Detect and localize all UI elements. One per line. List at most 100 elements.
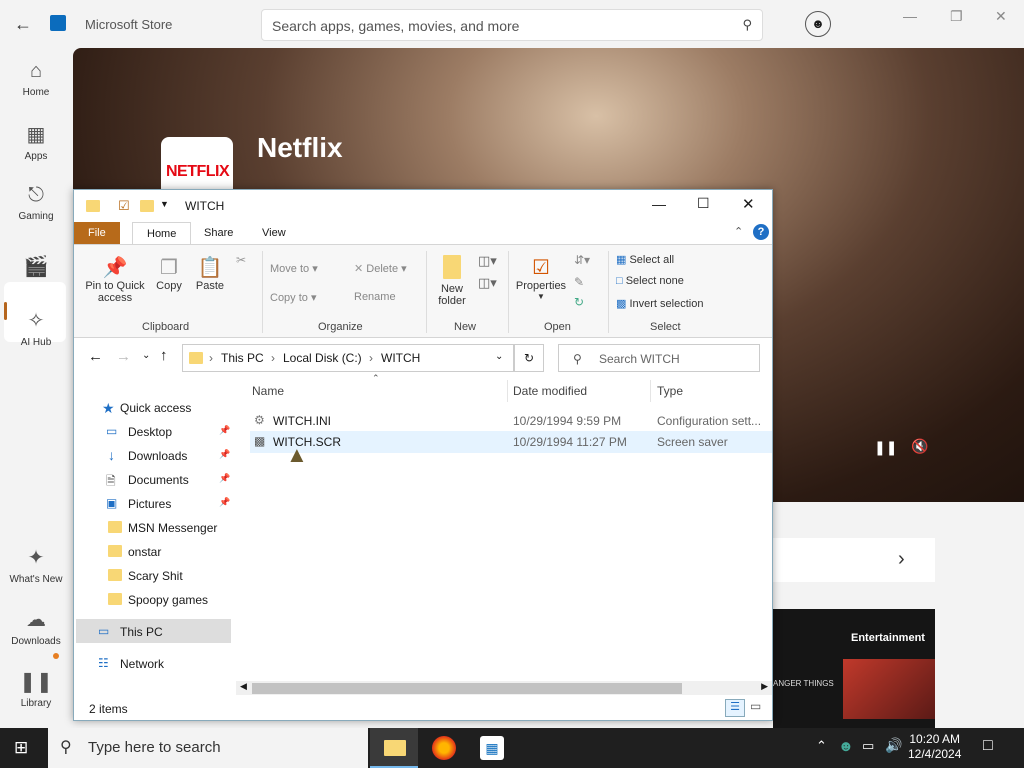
file-name[interactable]: WITCH.INI xyxy=(273,414,331,428)
tab-file[interactable]: File xyxy=(74,222,120,244)
copy-to-button[interactable]: Copy to ▾ xyxy=(270,291,317,304)
ms-store-icon[interactable]: ▦ xyxy=(480,736,504,760)
nav-pictures[interactable]: Pictures xyxy=(128,497,171,511)
address-bar[interactable]: › This PC › Local Disk (C:) › WITCH ⌄ xyxy=(182,344,514,372)
recent-locations-icon[interactable]: ⌄ xyxy=(142,350,150,361)
entertainment-card[interactable]: Entertainment ANGER THINGS xyxy=(773,609,935,729)
new-folder-button[interactable]: New folder xyxy=(432,255,472,307)
pin-icon[interactable]: 📌 xyxy=(219,425,230,436)
nav-quick-access[interactable]: Quick access xyxy=(120,401,191,415)
pin-icon[interactable]: 📌 xyxy=(219,473,230,484)
select-none-button[interactable]: □ Select none xyxy=(616,275,684,287)
back-icon[interactable]: ← xyxy=(88,348,103,365)
forward-icon[interactable]: → xyxy=(116,348,131,365)
nav-home[interactable]: ⌂ Home xyxy=(0,60,72,98)
notification-center-icon[interactable]: □ xyxy=(983,737,993,755)
firefox-icon[interactable] xyxy=(432,736,456,760)
invert-selection-button[interactable]: ▩ Invert selection xyxy=(616,297,703,310)
scroll-left-icon[interactable]: ◀ xyxy=(240,681,247,692)
move-to-button[interactable]: Move to ▾ xyxy=(270,262,318,275)
pause-icon[interactable]: ❚❚ xyxy=(874,439,897,456)
breadcrumb-local-disk[interactable]: Local Disk (C:) xyxy=(283,351,362,365)
nav-network[interactable]: Network xyxy=(120,657,164,671)
cut-icon[interactable]: ✂ xyxy=(236,253,246,267)
select-all-button[interactable]: ▦ Select all xyxy=(616,253,674,266)
nav-movies[interactable]: 🎬 xyxy=(0,254,72,283)
new-folder-qa-icon[interactable] xyxy=(140,200,154,212)
close-icon[interactable]: ✕ xyxy=(995,8,1007,25)
nav-desktop[interactable]: Desktop xyxy=(128,425,172,439)
network-icon[interactable]: ▭ xyxy=(862,738,874,754)
delete-button[interactable]: ✕ Delete ▾ xyxy=(354,262,407,275)
nav-folder-msn[interactable]: MSN Messenger xyxy=(128,521,217,535)
nav-apps[interactable]: ▦ Apps xyxy=(0,122,72,162)
tab-home[interactable]: Home xyxy=(132,222,192,244)
close-icon[interactable]: ✕ xyxy=(742,195,755,213)
search-icon[interactable]: ⚲ xyxy=(742,17,752,33)
new-item-icon[interactable]: ◫▾ xyxy=(478,253,497,269)
taskbar-clock[interactable]: 10:20 AM 12/4/2024 xyxy=(908,732,961,762)
col-header-type[interactable]: Type xyxy=(657,384,683,398)
up-icon[interactable]: ↑ xyxy=(160,347,168,364)
volume-icon[interactable]: 🔊 xyxy=(885,737,902,754)
column-divider[interactable] xyxy=(507,380,508,402)
horizontal-scrollbar[interactable]: ◀ ▶ xyxy=(236,681,772,695)
breadcrumb-this-pc[interactable]: This PC xyxy=(221,351,264,365)
nav-downloads[interactable]: Downloads xyxy=(128,449,187,463)
properties-check-icon[interactable]: ☑ xyxy=(118,198,130,214)
restore-icon[interactable]: ❐ xyxy=(950,8,963,25)
scroll-right-icon[interactable]: ▶ xyxy=(761,681,768,692)
col-header-date[interactable]: Date modified xyxy=(513,384,587,398)
chevron-down-icon[interactable]: ⌄ xyxy=(495,351,503,362)
pin-icon[interactable]: 📌 xyxy=(219,449,230,460)
minimize-icon[interactable]: — xyxy=(652,196,666,212)
pin-quick-access-button[interactable]: 📌 Pin to Quick access xyxy=(82,255,148,304)
easy-access-icon[interactable]: ◫▾ xyxy=(478,275,497,291)
help-icon[interactable]: ? xyxy=(753,224,769,240)
nav-this-pc[interactable]: This PC xyxy=(120,625,163,639)
invert-selection-label: Invert selection xyxy=(629,298,704,310)
nav-gaming[interactable]: ⎋ Gaming xyxy=(0,184,72,222)
mute-icon[interactable]: 🔇 xyxy=(911,438,928,455)
nav-whats-new[interactable]: ✦ What's New xyxy=(0,545,72,585)
scroll-thumb[interactable] xyxy=(252,683,682,694)
nav-library[interactable]: ❚❚ Library xyxy=(0,669,72,709)
details-view-icon[interactable]: ☰ xyxy=(725,699,745,717)
refresh-icon[interactable]: ↻ xyxy=(514,344,544,372)
nav-documents[interactable]: Documents xyxy=(128,473,189,487)
nav-ai-hub[interactable]: ✧ AI Hub xyxy=(0,308,72,348)
tray-user-icon[interactable]: ☻ xyxy=(838,738,854,755)
nav-folder-onstar[interactable]: onstar xyxy=(128,545,161,559)
rename-button[interactable]: Rename xyxy=(354,291,396,303)
avatar[interactable]: ☻ xyxy=(805,11,831,37)
taskbar-search-input[interactable]: ⚲ Type here to search xyxy=(48,728,368,768)
nav-downloads[interactable]: ☁ Downloads xyxy=(0,607,72,647)
nav-folder-scary[interactable]: Scary Shit xyxy=(128,569,183,583)
minimize-icon[interactable]: — xyxy=(903,8,917,24)
tab-share[interactable]: Share xyxy=(190,222,247,244)
store-search-input[interactable]: Search apps, games, movies, and more ⚲ xyxy=(261,9,763,41)
column-divider[interactable] xyxy=(650,380,651,402)
qa-dropdown-icon[interactable]: ▼ xyxy=(160,199,169,209)
back-arrow-icon[interactable]: ← xyxy=(14,14,32,35)
paste-button[interactable]: 📋 Paste xyxy=(194,255,226,292)
properties-button[interactable]: ☑ Properties ▼ xyxy=(514,255,568,301)
search-input[interactable]: ⚲ Search WITCH xyxy=(558,344,760,372)
tab-view[interactable]: View xyxy=(248,222,300,244)
breadcrumb-witch[interactable]: WITCH xyxy=(381,351,420,365)
pin-icon[interactable]: 📌 xyxy=(219,497,230,508)
col-header-name[interactable]: Name xyxy=(252,384,284,398)
taskbar-explorer[interactable] xyxy=(370,728,418,768)
nav-folder-spoopy[interactable]: Spoopy games xyxy=(128,593,208,607)
large-icons-view-icon[interactable]: ▭ xyxy=(750,699,761,713)
maximize-icon[interactable]: ☐ xyxy=(697,195,710,212)
edit-icon[interactable]: ✎ xyxy=(574,275,584,289)
chevron-right-icon[interactable]: › xyxy=(898,548,905,571)
history-icon[interactable]: ↻ xyxy=(574,295,584,309)
section-header-card[interactable]: › xyxy=(773,538,935,582)
copy-button[interactable]: ❐ Copy xyxy=(154,255,184,292)
tray-overflow-icon[interactable]: ⌃ xyxy=(816,738,827,754)
windows-start-icon[interactable]: ⊞ xyxy=(14,738,28,758)
collapse-ribbon-icon[interactable]: ⌃ xyxy=(734,225,743,238)
open-icon[interactable]: ⇵▾ xyxy=(574,253,590,267)
